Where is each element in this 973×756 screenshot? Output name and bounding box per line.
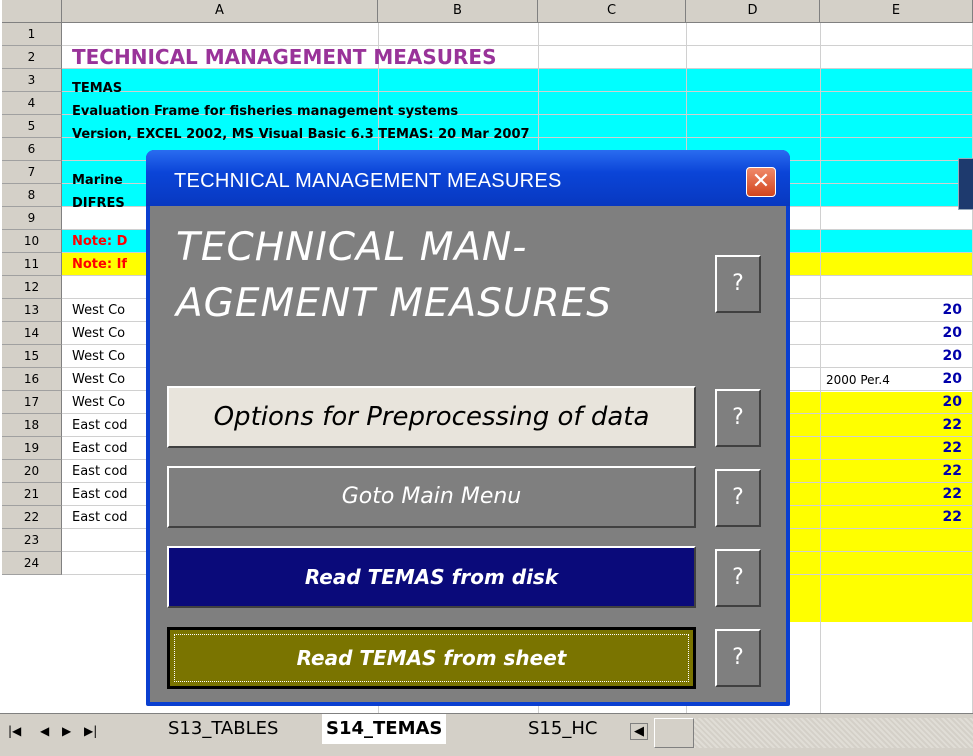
- help-options-button[interactable]: ?: [715, 389, 761, 447]
- data-cell-e: 20: [942, 325, 962, 341]
- data-cell-e: 22: [942, 417, 962, 433]
- row-header[interactable]: 4: [2, 92, 62, 115]
- column-header-a[interactable]: A: [62, 0, 378, 23]
- row-header[interactable]: 9: [2, 207, 62, 230]
- options-preprocessing-button[interactable]: Options for Preprocessing of data: [167, 386, 696, 448]
- row-header[interactable]: 7: [2, 161, 62, 184]
- cell-a6: DIFRES: [72, 196, 125, 211]
- data-cell-e: 20: [942, 348, 962, 364]
- data-cell-e: 22: [942, 486, 962, 502]
- row-header[interactable]: 10: [2, 230, 62, 253]
- data-row-label: East cod: [72, 464, 128, 479]
- hscroll-track[interactable]: [654, 718, 973, 748]
- help-read-sheet-button[interactable]: ?: [715, 629, 761, 687]
- help-goto-button[interactable]: ?: [715, 469, 761, 527]
- tab-s14-temas[interactable]: S14_TEMAS: [322, 714, 447, 744]
- hscroll-left-button[interactable]: ◀: [630, 723, 648, 740]
- row-header[interactable]: 1: [2, 23, 62, 46]
- row-header[interactable]: 18: [2, 414, 62, 437]
- cell-a3: Evaluation Frame for fisheries managemen…: [72, 104, 459, 119]
- column-header-d[interactable]: D: [686, 0, 820, 23]
- embedded-button-edge[interactable]: [958, 158, 973, 210]
- row-header[interactable]: 11: [2, 253, 62, 276]
- column-header-c[interactable]: C: [538, 0, 686, 23]
- sheet-title: TECHNICAL MANAGEMENT MEASURES: [72, 46, 497, 69]
- row-header[interactable]: 16: [2, 368, 62, 391]
- help-heading-button[interactable]: ?: [715, 255, 761, 313]
- row-header[interactable]: 13: [2, 299, 62, 322]
- data-row-label: East cod: [72, 418, 128, 433]
- data-row-label: West Co: [72, 395, 126, 410]
- row-header[interactable]: 22: [2, 506, 62, 529]
- cell-e12: 2000 Per.4: [826, 373, 890, 387]
- next-sheet-button[interactable]: ▶: [62, 724, 71, 738]
- data-row-label: East cod: [72, 441, 128, 456]
- row-header[interactable]: 15: [2, 345, 62, 368]
- row-header[interactable]: 21: [2, 483, 62, 506]
- data-row-label: East cod: [72, 510, 128, 525]
- data-row-label: East cod: [72, 487, 128, 502]
- tab-s13-tables[interactable]: S13_TABLES: [168, 714, 278, 744]
- column-header-e[interactable]: E: [820, 0, 973, 23]
- data-cell-e: 20: [942, 371, 962, 387]
- data-row-label: West Co: [72, 326, 126, 341]
- data-cell-e: 20: [942, 302, 962, 318]
- column-header-b[interactable]: B: [378, 0, 538, 23]
- cell-a4: Version, EXCEL 2002, MS Visual Basic 6.3…: [72, 127, 530, 142]
- dialog-heading: TECHNICAL MAN- AGEMENT MEASURES: [176, 220, 696, 332]
- data-row-label: West Co: [72, 349, 126, 364]
- row-header[interactable]: 17: [2, 391, 62, 414]
- read-temas-sheet-button[interactable]: Read TEMAS from sheet: [167, 627, 696, 689]
- select-all-corner[interactable]: [2, 0, 62, 23]
- cell-a2: TEMAS: [72, 81, 123, 96]
- prev-sheet-button[interactable]: ◀: [40, 724, 49, 738]
- data-cell-e: 20: [942, 394, 962, 410]
- cell-a8-note: Note: D: [72, 234, 128, 249]
- help-read-disk-button[interactable]: ?: [715, 549, 761, 607]
- row-header[interactable]: 8: [2, 184, 62, 207]
- tab-s15-hc[interactable]: S15_HC: [528, 714, 597, 744]
- dialog-body: TECHNICAL MAN- AGEMENT MEASURES ? Option…: [150, 206, 786, 702]
- dialog-titlebar[interactable]: TECHNICAL MANAGEMENT MEASURES ✕: [146, 150, 790, 206]
- temas-dialog: TECHNICAL MANAGEMENT MEASURES ✕ TECHNICA…: [146, 150, 790, 706]
- dialog-title: TECHNICAL MANAGEMENT MEASURES: [174, 170, 562, 192]
- sheet-tab-bar: |◀ ◀ ▶ ▶| S13_TABLES S14_TEMAS S15_HC ◀: [0, 713, 973, 756]
- close-icon[interactable]: ✕: [746, 167, 776, 197]
- last-sheet-button[interactable]: ▶|: [84, 724, 97, 738]
- read-temas-disk-button[interactable]: Read TEMAS from disk: [167, 546, 696, 608]
- dialog-heading-line2: AGEMENT MEASURES: [176, 281, 612, 326]
- row-header[interactable]: 14: [2, 322, 62, 345]
- row-header[interactable]: 20: [2, 460, 62, 483]
- data-cell-e: 22: [942, 440, 962, 456]
- row-header[interactable]: 24: [2, 552, 62, 575]
- hscroll-thumb[interactable]: [654, 718, 694, 748]
- row-header[interactable]: 19: [2, 437, 62, 460]
- row-header[interactable]: 23: [2, 529, 62, 552]
- row-header[interactable]: 2: [2, 46, 62, 69]
- row-header[interactable]: 5: [2, 115, 62, 138]
- goto-main-menu-button[interactable]: Goto Main Menu: [167, 466, 696, 528]
- focus-rect: [174, 634, 689, 682]
- data-cell-e: 22: [942, 509, 962, 525]
- cell-a9-note: Note: If: [72, 257, 128, 272]
- data-row-label: West Co: [72, 303, 126, 318]
- row-header[interactable]: 3: [2, 69, 62, 92]
- data-cell-e: 22: [942, 463, 962, 479]
- gridline-h: [62, 91, 973, 92]
- row-header[interactable]: 6: [2, 138, 62, 161]
- data-row-label: West Co: [72, 372, 126, 387]
- cell-a5: Marine: [72, 173, 123, 188]
- first-sheet-button[interactable]: |◀: [8, 724, 21, 738]
- row-header[interactable]: 12: [2, 276, 62, 299]
- dialog-heading-line1: TECHNICAL MAN-: [176, 225, 528, 270]
